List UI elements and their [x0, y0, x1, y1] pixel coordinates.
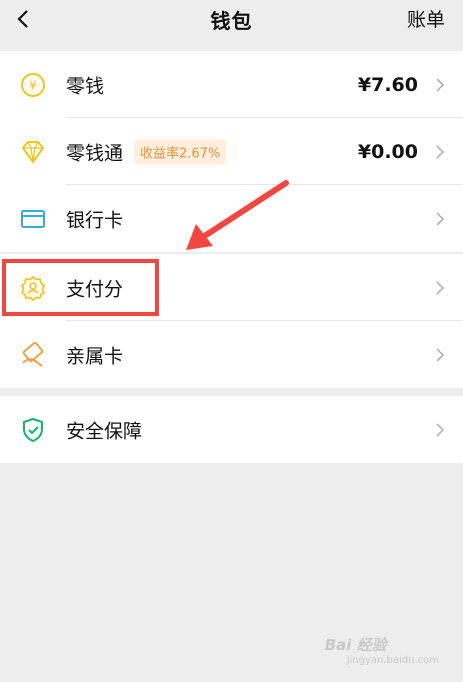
lingqiantong-row[interactable]: 零钱通 收益率2.67% ¥0.00: [0, 118, 463, 185]
annotation-highlight-box: [2, 259, 159, 316]
chevron-right-icon: [436, 347, 445, 362]
lingqiantong-balance: ¥0.00: [357, 140, 418, 163]
security-row[interactable]: 安全保障: [0, 396, 463, 463]
chevron-right-icon: [436, 280, 445, 295]
chevron-right-icon: [436, 144, 445, 159]
bill-button[interactable]: 账单: [407, 5, 445, 32]
wallet-group-1: ¥ 零钱 ¥7.60 零钱通 收益率2.67% ¥0.00 银行卡: [0, 51, 463, 252]
diamond-icon: [22, 140, 44, 163]
svg-text:¥: ¥: [29, 78, 37, 92]
family-card-row[interactable]: 亲属卡: [0, 321, 463, 388]
change-row[interactable]: ¥ 零钱 ¥7.60: [0, 51, 463, 118]
page-title: 钱包: [210, 9, 253, 33]
chevron-right-icon: [436, 211, 445, 226]
lingqiantong-label: 零钱通: [66, 142, 124, 164]
family-card-icon: [22, 341, 44, 367]
shield-check-icon: [23, 417, 43, 442]
watermark-url: jingyan.baidu.com: [346, 655, 439, 666]
chevron-right-icon: [436, 422, 445, 437]
watermark-brand: Bai 经验: [324, 636, 387, 654]
yen-coin-icon: ¥: [21, 72, 45, 97]
bank-card-icon: [21, 209, 45, 228]
security-label: 安全保障: [66, 420, 143, 442]
baidu-jingyan-watermark: Bai 经验 jingyan.baidu.com: [325, 634, 439, 666]
bank-card-label: 银行卡: [66, 209, 124, 231]
change-label: 零钱: [66, 75, 105, 97]
top-bar: 钱包 账单: [0, 0, 463, 46]
change-balance: ¥7.60: [357, 73, 418, 96]
wallet-group-3: 安全保障: [0, 396, 463, 463]
yield-badge: 收益率2.67%: [134, 139, 227, 164]
chevron-right-icon: [436, 77, 445, 92]
bank-card-row[interactable]: 银行卡: [0, 185, 463, 252]
family-card-label: 亲属卡: [66, 345, 124, 367]
